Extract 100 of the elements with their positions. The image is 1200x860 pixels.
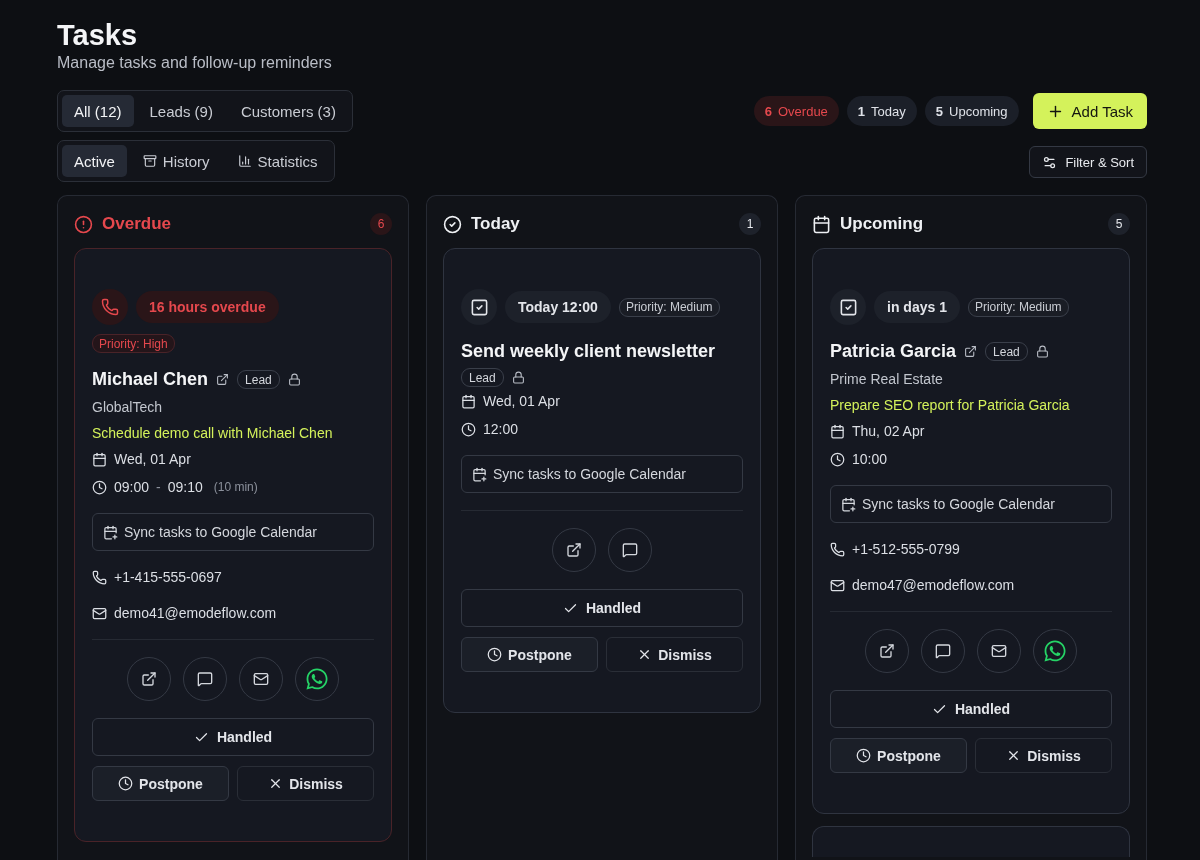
lock-icon bbox=[511, 371, 525, 384]
clock-icon bbox=[856, 748, 872, 763]
count-badge: 5 bbox=[1108, 213, 1130, 235]
whatsapp-button[interactable] bbox=[1033, 629, 1077, 673]
sync-calendar-button[interactable]: Sync tasks to Google Calendar bbox=[461, 455, 743, 493]
phone-number: +1-415-555-0697 bbox=[114, 569, 222, 585]
task-time: 12:00 bbox=[483, 421, 519, 437]
message-icon bbox=[935, 643, 951, 659]
task-time: 10:00 bbox=[852, 451, 888, 467]
company-name: GlobalTech bbox=[92, 399, 164, 415]
external-link-icon[interactable] bbox=[216, 373, 230, 386]
sync-calendar-button[interactable]: Sync tasks to Google Calendar bbox=[830, 485, 1112, 523]
archive-icon bbox=[142, 154, 157, 168]
alert-icon bbox=[74, 214, 93, 234]
mail-icon bbox=[253, 671, 269, 687]
summary-badge: 5 Upcoming bbox=[924, 96, 1019, 126]
email-button[interactable] bbox=[977, 629, 1021, 673]
task-end-time: 09:10 bbox=[167, 479, 203, 495]
column-title: Overdue bbox=[102, 214, 171, 234]
filter-sort-button[interactable]: Filter & Sort bbox=[1029, 146, 1147, 178]
filter-tab[interactable]: Customers (3) bbox=[228, 95, 348, 127]
external-link-icon bbox=[141, 671, 157, 687]
whatsapp-button[interactable] bbox=[295, 657, 339, 701]
filter-tab[interactable]: Leads (9) bbox=[137, 95, 225, 127]
phone-icon bbox=[92, 569, 107, 585]
clock-icon bbox=[830, 451, 845, 467]
lead-tag: Lead bbox=[237, 370, 280, 389]
open-button[interactable] bbox=[552, 528, 596, 572]
dismiss-button[interactable]: Dismiss bbox=[606, 637, 743, 672]
handled-button[interactable]: Handled bbox=[92, 718, 374, 756]
email-address: demo47@emodeflow.com bbox=[852, 577, 1015, 593]
calendar-plus-icon bbox=[103, 524, 118, 540]
dismiss-button[interactable]: Dismiss bbox=[975, 738, 1112, 773]
open-button[interactable] bbox=[127, 657, 171, 701]
lead-tag: Lead bbox=[985, 342, 1028, 361]
handled-button[interactable]: Handled bbox=[830, 690, 1112, 728]
dismiss-button[interactable]: Dismiss bbox=[237, 766, 374, 801]
postpone-button[interactable]: Postpone bbox=[461, 637, 598, 672]
column-title: Upcoming bbox=[840, 214, 924, 234]
calendar-icon bbox=[830, 423, 845, 439]
priority-tag: Priority: High bbox=[92, 334, 175, 353]
summary-badge: 1 Today bbox=[846, 96, 917, 126]
view-tab[interactable]: Active bbox=[62, 145, 127, 177]
clock-icon bbox=[92, 479, 107, 495]
sync-calendar-button[interactable]: Sync tasks to Google Calendar bbox=[92, 513, 374, 551]
message-icon bbox=[197, 671, 213, 687]
whatsapp-icon bbox=[305, 667, 329, 691]
email-button[interactable] bbox=[239, 657, 283, 701]
due-badge: 16 hours overdue bbox=[136, 291, 279, 323]
mail-icon bbox=[991, 643, 1007, 659]
email-address: demo41@emodeflow.com bbox=[114, 605, 277, 621]
message-button[interactable] bbox=[921, 629, 965, 673]
task-duration: (10 min) bbox=[213, 480, 258, 494]
due-badge: Today 12:00 bbox=[505, 291, 611, 323]
message-button[interactable] bbox=[608, 528, 652, 572]
summary-badge: 6 Overdue bbox=[753, 96, 839, 126]
add-task-button[interactable]: Add Task bbox=[1032, 93, 1147, 129]
checkbox-icon bbox=[461, 289, 497, 325]
checkbox-icon bbox=[830, 289, 866, 325]
filter-tab[interactable]: All (12) bbox=[62, 95, 134, 127]
priority-tag: Priority: Medium bbox=[967, 297, 1069, 317]
mail-icon bbox=[92, 605, 107, 621]
phone-icon bbox=[830, 541, 845, 557]
view-tab[interactable]: History bbox=[130, 145, 222, 177]
task-date: Wed, 01 Apr bbox=[483, 393, 560, 409]
column-title: Today bbox=[471, 214, 520, 234]
calendar-plus-icon bbox=[472, 466, 487, 482]
calendar-icon bbox=[812, 214, 831, 234]
company-name: Prime Real Estate bbox=[830, 371, 944, 387]
calendar-plus-icon bbox=[841, 496, 856, 512]
phone-number: +1-512-555-0799 bbox=[852, 541, 960, 557]
clock-icon bbox=[118, 776, 134, 791]
open-button[interactable] bbox=[865, 629, 909, 673]
count-badge: 6 bbox=[370, 213, 392, 235]
check-circle-icon bbox=[443, 214, 462, 234]
bar-chart-icon bbox=[237, 154, 252, 168]
page-subtitle: Manage tasks and follow-up reminders bbox=[57, 54, 333, 72]
external-link-icon bbox=[879, 643, 895, 659]
clock-icon bbox=[461, 421, 476, 437]
priority-tag: Priority: Medium bbox=[618, 297, 720, 317]
task-description: Prepare SEO report for Patricia Garcia bbox=[830, 397, 1071, 413]
postpone-button[interactable]: Postpone bbox=[92, 766, 229, 801]
handled-button[interactable]: Handled bbox=[461, 589, 743, 627]
page-title: Tasks bbox=[57, 18, 139, 52]
task-time: 09:00 bbox=[114, 479, 150, 495]
external-link-icon[interactable] bbox=[964, 345, 978, 358]
task-title: Send weekly client newsletter bbox=[461, 341, 717, 362]
due-badge: in days 1 bbox=[874, 291, 960, 323]
count-badge: 1 bbox=[739, 213, 761, 235]
sliders-icon bbox=[1042, 154, 1058, 170]
view-tab[interactable]: Statistics bbox=[225, 145, 330, 177]
calendar-icon bbox=[461, 393, 476, 409]
lead-tag: Lead bbox=[461, 368, 504, 387]
lock-icon bbox=[287, 373, 301, 386]
postpone-button[interactable]: Postpone bbox=[830, 738, 967, 773]
task-date: Wed, 01 Apr bbox=[114, 451, 191, 467]
message-button[interactable] bbox=[183, 657, 227, 701]
message-icon bbox=[622, 542, 638, 558]
time-separator: - bbox=[156, 479, 161, 495]
contact-name: Michael Chen bbox=[92, 369, 209, 390]
